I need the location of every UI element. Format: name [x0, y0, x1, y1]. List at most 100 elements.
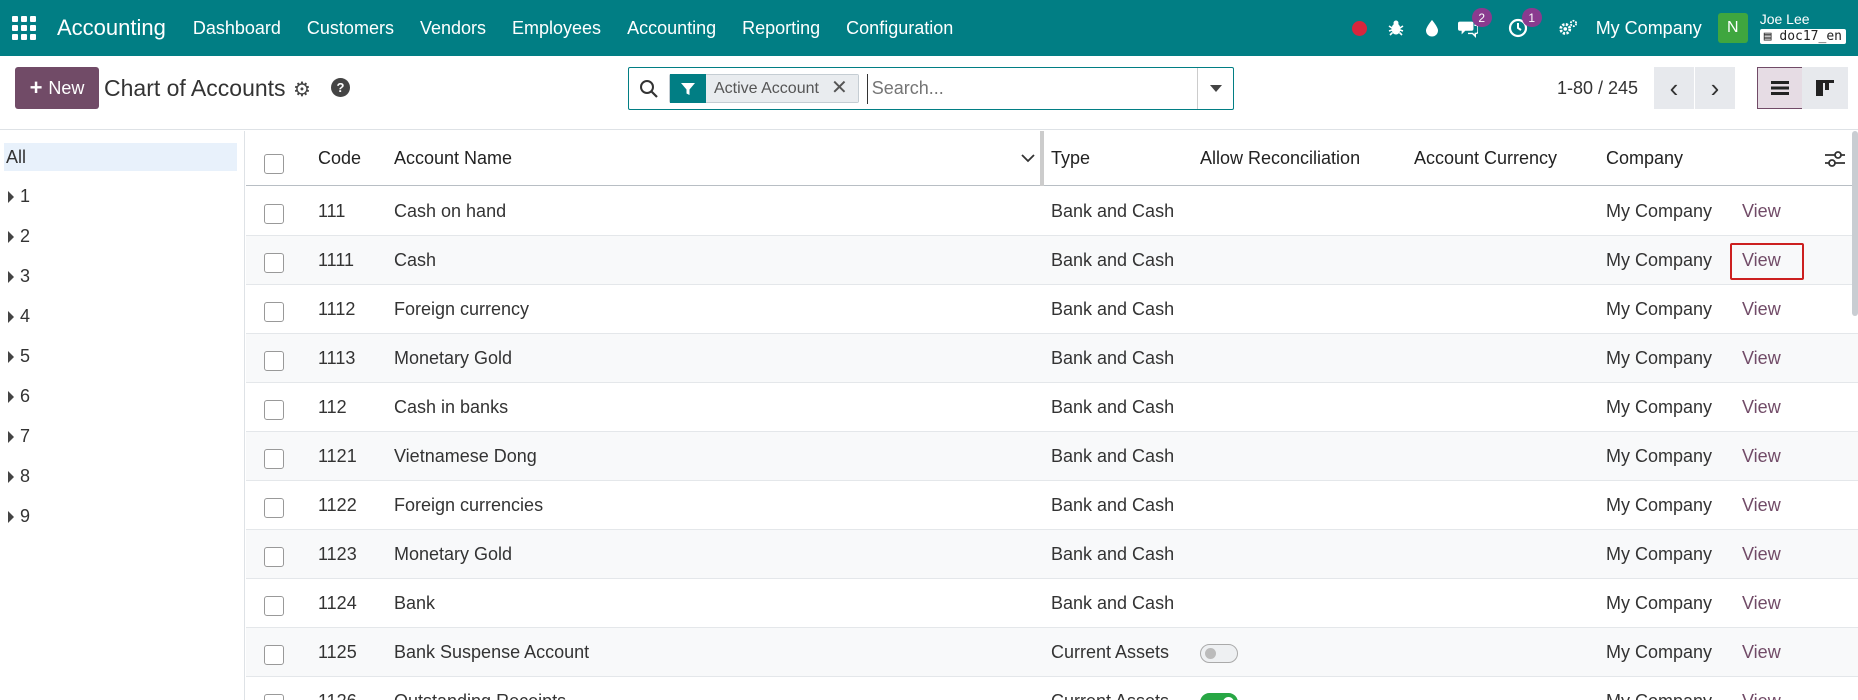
menu-accounting[interactable]: Accounting: [627, 18, 716, 39]
caret-right-icon: [8, 190, 14, 203]
view-button[interactable]: View: [1742, 593, 1781, 614]
view-button[interactable]: View: [1742, 544, 1781, 565]
facet-remove-icon[interactable]: ✕: [826, 75, 858, 102]
table-row[interactable]: 1123 Monetary Gold Bank and Cash My Company…: [246, 530, 1858, 579]
user-menu[interactable]: Joe Lee ▤ doc17_en: [1759, 10, 1846, 45]
row-checkbox[interactable]: [264, 645, 284, 665]
avatar[interactable]: N: [1717, 13, 1748, 43]
column-header-allow-reconciliation[interactable]: Allow Reconciliation: [1200, 148, 1360, 169]
app-brand[interactable]: Accounting: [57, 15, 166, 41]
sort-chevron-down-icon[interactable]: [1021, 153, 1035, 163]
sidebar-group-7[interactable]: 7: [8, 426, 30, 447]
column-header-account-currency[interactable]: Account Currency: [1414, 148, 1557, 169]
cell-company: My Company: [1606, 495, 1713, 515]
kanban-view-button[interactable]: [1802, 67, 1848, 109]
cell-code: 1124: [318, 593, 357, 613]
sidebar-group-9[interactable]: 9: [8, 506, 30, 527]
row-checkbox[interactable]: [264, 400, 284, 420]
pager-next-button[interactable]: ›: [1695, 67, 1735, 109]
view-button[interactable]: View: [1742, 201, 1781, 222]
cell-type: Bank and Cash: [1051, 495, 1175, 515]
table-row[interactable]: 1111 Cash Bank and Cash My Company View: [246, 236, 1858, 285]
cell-type: Bank and Cash: [1051, 348, 1175, 368]
search-icon[interactable]: [629, 79, 669, 99]
menu-dashboard[interactable]: Dashboard: [193, 18, 281, 39]
cell-account-name: Foreign currency: [394, 299, 530, 319]
cell-code: 1112: [318, 299, 356, 319]
pager-previous-button[interactable]: ‹: [1654, 67, 1694, 109]
row-checkbox[interactable]: [264, 351, 284, 371]
table-row[interactable]: 1113 Monetary Gold Bank and Cash My Company…: [246, 334, 1858, 383]
row-checkbox[interactable]: [264, 253, 284, 273]
scrollbar[interactable]: [1852, 131, 1858, 316]
sidebar-group-3[interactable]: 3: [8, 266, 30, 287]
table-row[interactable]: 1125 Bank Suspense Account Current Assets M…: [246, 628, 1858, 677]
pager-value[interactable]: 1-80 / 245: [1557, 78, 1638, 99]
view-button[interactable]: View: [1742, 299, 1781, 320]
row-checkbox[interactable]: [264, 694, 284, 700]
help-icon[interactable]: ?: [331, 78, 350, 97]
caret-right-icon: [8, 390, 14, 403]
plus-icon: +: [29, 75, 43, 100]
table-row[interactable]: 111 Cash on hand Bank and Cash My Company Vi…: [246, 187, 1858, 236]
sidebar-group-5[interactable]: 5: [8, 346, 30, 367]
table-row[interactable]: 1122 Foreign currencies Bank and Cash My Co…: [246, 481, 1858, 530]
search-options-toggle[interactable]: [1197, 68, 1233, 109]
view-button[interactable]: View: [1742, 691, 1781, 700]
allow-reconciliation-toggle[interactable]: [1200, 693, 1238, 700]
column-header-type[interactable]: Type: [1051, 148, 1090, 169]
sidebar-group-4[interactable]: 4: [8, 306, 30, 327]
column-header-company[interactable]: Company: [1606, 148, 1683, 169]
table-row[interactable]: 1112 Foreign currency Bank and Cash My Comp…: [246, 285, 1858, 334]
caret-right-icon: [8, 270, 14, 283]
menu-configuration[interactable]: Configuration: [846, 18, 953, 39]
view-button[interactable]: View: [1742, 348, 1781, 369]
new-button[interactable]: + New: [15, 67, 99, 109]
multi-company-gears-icon[interactable]: [1558, 18, 1578, 38]
activities-clock-icon[interactable]: 1: [1508, 8, 1542, 38]
row-checkbox[interactable]: [264, 449, 284, 469]
column-header-code[interactable]: Code: [318, 148, 361, 169]
row-checkbox[interactable]: [264, 547, 284, 567]
column-resize-handle[interactable]: [1040, 131, 1044, 186]
sidebar-group-2[interactable]: 2: [8, 226, 30, 247]
sidebar-group-1[interactable]: 1: [8, 186, 30, 207]
list-view-button[interactable]: [1757, 67, 1803, 109]
cell-account-name: Cash: [394, 250, 437, 270]
sidebar-group-6[interactable]: 6: [8, 386, 30, 407]
table-row[interactable]: 112 Cash in banks Bank and Cash My Company V…: [246, 383, 1858, 432]
view-button[interactable]: View: [1742, 495, 1781, 516]
menu-vendors[interactable]: Vendors: [420, 18, 486, 39]
table-row[interactable]: 1124 Bank Bank and Cash My Company View: [246, 579, 1858, 628]
column-header-account-name[interactable]: Account Name: [394, 148, 512, 169]
allow-reconciliation-toggle[interactable]: [1200, 644, 1238, 663]
select-all-checkbox[interactable]: [264, 154, 284, 174]
optional-columns-sliders-icon[interactable]: [1824, 149, 1846, 169]
gear-icon[interactable]: ⚙: [293, 77, 311, 102]
row-checkbox[interactable]: [264, 204, 284, 224]
apps-menu-icon[interactable]: [12, 16, 36, 40]
user-name: Joe Lee: [1759, 10, 1810, 27]
messages-icon[interactable]: 2: [1457, 8, 1492, 38]
debug-bug-icon[interactable]: [1386, 18, 1406, 38]
menu-customers[interactable]: Customers: [307, 18, 394, 39]
row-checkbox[interactable]: [264, 498, 284, 518]
table-row[interactable]: 1121 Vietnamese Dong Bank and Cash My Compa…: [246, 432, 1858, 481]
sidebar-group-8[interactable]: 8: [8, 466, 30, 487]
row-checkbox[interactable]: [264, 302, 284, 322]
menu-reporting[interactable]: Reporting: [742, 18, 820, 39]
table-row[interactable]: 1126 Outstanding Receipts Current Assets My…: [246, 677, 1858, 700]
view-button[interactable]: View: [1742, 446, 1781, 467]
search-input[interactable]: [866, 73, 1185, 104]
cell-code: 1121: [318, 446, 357, 466]
sidebar-item-all[interactable]: All: [4, 143, 237, 171]
menu-employees[interactable]: Employees: [512, 18, 601, 39]
row-checkbox[interactable]: [264, 596, 284, 616]
company-switcher[interactable]: My Company: [1596, 18, 1702, 39]
cell-account-name: Bank Suspense Account: [394, 642, 590, 662]
top-navbar: Accounting Dashboard Customers Vendors E…: [0, 0, 1858, 56]
record-icon[interactable]: [1350, 18, 1370, 38]
view-button[interactable]: View: [1742, 397, 1781, 418]
drop-icon[interactable]: [1422, 18, 1442, 38]
view-button[interactable]: View: [1742, 642, 1781, 663]
